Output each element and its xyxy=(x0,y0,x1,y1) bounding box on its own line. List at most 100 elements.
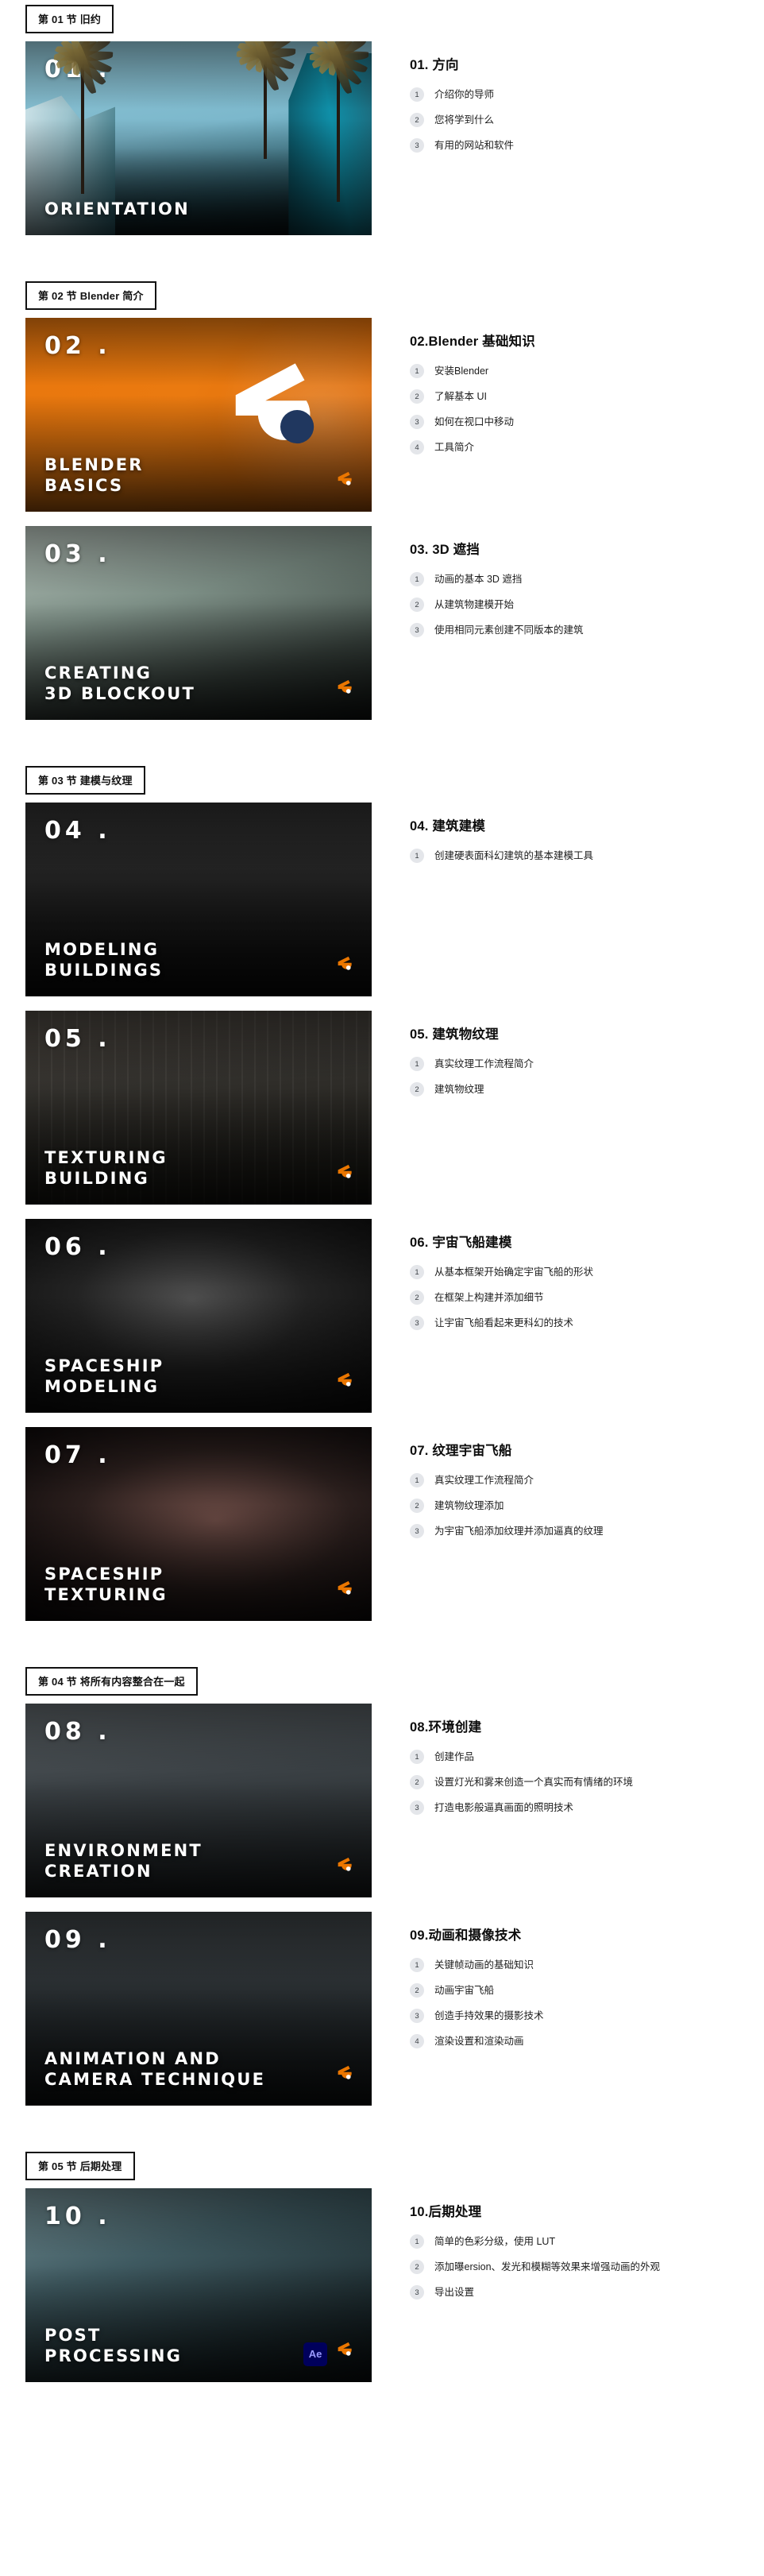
card-brand-marks xyxy=(334,1371,357,1398)
topic-number-badge: 3 xyxy=(410,1316,424,1330)
topic-number-badge: 3 xyxy=(410,138,424,153)
lesson-card-09[interactable]: 09 . ANIMATION AND CAMERA TECHNIQUE xyxy=(25,1912,372,2106)
lesson-card-03[interactable]: 03 . CREATING 3D BLOCKOUT xyxy=(25,526,372,720)
lesson-card-07[interactable]: 07 . SPACESHIP TEXTURING xyxy=(25,1427,372,1621)
topic-number-badge: 1 xyxy=(410,364,424,378)
lesson-card-05[interactable]: 05 . TEXTURING BUILDING xyxy=(25,1011,372,1205)
lesson-detail: 04. 建筑建模 1 创建硬表面科幻建筑的基本建模工具 xyxy=(372,803,748,874)
topic-number-badge: 3 xyxy=(410,1524,424,1538)
lesson-topic-item: 1 关键帧动画的基础知识 xyxy=(410,1958,748,1972)
topic-number-badge: 2 xyxy=(410,1983,424,1998)
lesson-detail: 10.后期处理 1 简单的色彩分级，使用 LUT 2 添加曝ersion、发光和模糊等… xyxy=(372,2188,748,2311)
section-chip-wrap: 第 03 节 建模与纹理 xyxy=(0,766,764,795)
lesson-row[interactable]: 07 . SPACESHIP TEXTURING 07. 纹理宇宙飞船 1 真实纹… xyxy=(0,1427,764,1621)
lesson-heading: 03. 3D 遮挡 xyxy=(410,543,480,557)
topic-text: 有用的网站和软件 xyxy=(434,139,515,151)
lesson-row[interactable]: 03 . CREATING 3D BLOCKOUT 03. 3D 遮挡 1 动画的… xyxy=(0,526,764,720)
lesson-topic-item: 3 让宇宙飞船看起来更科幻的技术 xyxy=(410,1316,748,1330)
lesson-topic-item: 2 建筑物纹理添加 xyxy=(410,1499,748,1513)
lesson-card-title: MODELING BUILDINGS xyxy=(44,939,164,980)
lesson-topic-item: 3 为宇宙飞船添加纹理并添加逼真的纹理 xyxy=(410,1524,748,1538)
topic-text: 安装Blender xyxy=(434,365,489,377)
lesson-topic-item: 3 打造电影般逼真画面的照明技术 xyxy=(410,1800,748,1815)
blender-logo-icon xyxy=(338,1857,352,1871)
lesson-row[interactable]: 09 . ANIMATION AND CAMERA TECHNIQUE 09.动… xyxy=(0,1912,764,2106)
lesson-card-number: 04 . xyxy=(44,817,111,845)
course-curriculum-page: 第 01 节 旧约 01 . ORIENTATION 01. 方向 1 介绍你的导… xyxy=(0,5,764,2455)
lesson-card-number: 09 . xyxy=(44,1926,111,1954)
lesson-topic-item: 2 建筑物纹理 xyxy=(410,1082,748,1097)
topic-number-badge: 1 xyxy=(410,1958,424,1972)
lesson-row[interactable]: 04 . MODELING BUILDINGS 04. 建筑建模 1 创建硬表面科… xyxy=(0,803,764,996)
topic-text: 从基本框架开始确定宇宙飞船的形状 xyxy=(434,1266,594,1278)
lesson-row[interactable]: 06 . SPACESHIP MODELING 06. 宇宙飞船建模 1 从基本框… xyxy=(0,1219,764,1413)
lesson-topic-item: 3 导出设置 xyxy=(410,2285,748,2299)
lesson-heading: 10.后期处理 xyxy=(410,2205,482,2219)
section-chip-5: 第 05 节 后期处理 xyxy=(25,2152,135,2180)
lesson-heading: 06. 宇宙飞船建模 xyxy=(410,1236,512,1250)
lesson-list: 02 . BLENDER BASICS 02.Blender 基础知识 1 安装B… xyxy=(0,318,764,720)
lesson-row[interactable]: 01 . ORIENTATION 01. 方向 1 介绍你的导师 2 您将学到什么 3有… xyxy=(0,41,764,235)
lesson-card-01[interactable]: 01 . ORIENTATION xyxy=(25,41,372,235)
section-chip-2: 第 02 节 Blender 简介 xyxy=(25,281,156,310)
lesson-topic-item: 1 安装Blender xyxy=(410,364,748,378)
topic-number-badge: 1 xyxy=(410,87,424,102)
topic-number-badge: 3 xyxy=(410,415,424,429)
lesson-card-10[interactable]: 10 . POST PROCESSING Ae xyxy=(25,2188,372,2382)
lesson-card-number: 02 . xyxy=(44,332,111,360)
lesson-topic-list: 1 安装Blender 2 了解基本 UI 3 如何在视口中移动 4 工具简介 xyxy=(410,364,748,454)
lesson-topic-item: 3 有用的网站和软件 xyxy=(410,138,748,153)
lesson-topic-item: 3 如何在视口中移动 xyxy=(410,415,748,429)
topic-text: 渲染设置和渲染动画 xyxy=(434,2035,524,2047)
blender-logo-icon xyxy=(334,1579,357,1607)
lesson-row[interactable]: 08 . ENVIRONMENT CREATION 08.环境创建 1 创建作品 2… xyxy=(0,1704,764,1897)
topic-text: 真实纹理工作流程简介 xyxy=(434,1474,534,1486)
blender-logo-icon xyxy=(338,679,352,694)
lesson-detail: 05. 建筑物纹理 1 真实纹理工作流程简介 2 建筑物纹理 xyxy=(372,1011,748,1108)
lesson-card-number: 07 . xyxy=(44,1441,111,1469)
lesson-detail: 06. 宇宙飞船建模 1 从基本框架开始确定宇宙飞船的形状 2 在框架上构建并添加细节… xyxy=(372,1219,748,1341)
section-chip-3: 第 03 节 建模与纹理 xyxy=(25,766,145,795)
lesson-topic-list: 1 创建硬表面科幻建筑的基本建模工具 xyxy=(410,849,748,863)
topic-number-badge: 3 xyxy=(410,2285,424,2299)
topic-number-badge: 3 xyxy=(410,623,424,637)
lesson-card-04[interactable]: 04 . MODELING BUILDINGS xyxy=(25,803,372,996)
lesson-row[interactable]: 05 . TEXTURING BUILDING 05. 建筑物纹理 1 真实纹理工… xyxy=(0,1011,764,1205)
lesson-card-number: 06 . xyxy=(44,1233,111,1261)
topic-text: 真实纹理工作流程简介 xyxy=(434,1058,534,1069)
lesson-list: 04 . MODELING BUILDINGS 04. 建筑建模 1 创建硬表面科… xyxy=(0,803,764,1621)
lesson-row[interactable]: 02 . BLENDER BASICS 02.Blender 基础知识 1 安装B… xyxy=(0,318,764,512)
blender-logo-icon xyxy=(334,2340,357,2368)
lesson-topic-list: 1 关键帧动画的基础知识 2 动画宇宙飞船 3 创造手持效果的摄影技术 4 渲染设置和渲染动画 xyxy=(410,1958,748,2048)
lesson-card-08[interactable]: 08 . ENVIRONMENT CREATION xyxy=(25,1704,372,1897)
topic-text: 关键帧动画的基础知识 xyxy=(434,1959,534,1971)
lesson-card-02[interactable]: 02 . BLENDER BASICS xyxy=(25,318,372,512)
card-brand-marks xyxy=(334,678,357,706)
lesson-card-number: 10 . xyxy=(44,2203,111,2230)
topic-number-badge: 3 xyxy=(410,1800,424,1815)
blender-logo-icon xyxy=(338,1372,352,1387)
lesson-detail: 07. 纹理宇宙飞船 1 真实纹理工作流程简介 2 建筑物纹理添加 3 为宇宙飞船添加纹理… xyxy=(372,1427,748,1549)
lesson-heading: 08.环境创建 xyxy=(410,1720,482,1735)
topic-number-badge: 1 xyxy=(410,1473,424,1487)
topic-number-badge: 1 xyxy=(410,849,424,863)
topic-text: 在框架上构建并添加细节 xyxy=(434,1291,544,1303)
lesson-card-title: ENVIRONMENT CREATION xyxy=(44,1840,203,1881)
lesson-row[interactable]: 10 . POST PROCESSING Ae 10.后期处理 1 简单的色彩分级… xyxy=(0,2188,764,2382)
lesson-card-number: 03 . xyxy=(44,540,111,568)
topic-number-badge: 4 xyxy=(410,440,424,454)
lesson-card-06[interactable]: 06 . SPACESHIP MODELING xyxy=(25,1219,372,1413)
lesson-list: 01 . ORIENTATION 01. 方向 1 介绍你的导师 2 您将学到什么 3有… xyxy=(0,41,764,235)
lesson-topic-item: 2 从建筑物建模开始 xyxy=(410,598,748,612)
lesson-topic-item: 1 简单的色彩分级，使用 LUT xyxy=(410,2234,748,2249)
lesson-card-title: SPACESHIP TEXTURING xyxy=(44,1564,168,1604)
card-brand-marks: Ae xyxy=(303,2340,357,2368)
topic-number-badge: 2 xyxy=(410,1290,424,1305)
topic-number-badge: 1 xyxy=(410,1057,424,1071)
lesson-heading: 07. 纹理宇宙飞船 xyxy=(410,1444,512,1458)
course-section: 第 05 节 后期处理 10 . POST PROCESSING Ae 10.后… xyxy=(0,2152,764,2382)
topic-text: 打造电影般逼真画面的照明技术 xyxy=(434,1801,574,1813)
topic-number-badge: 4 xyxy=(410,2034,424,2048)
lesson-heading: 02.Blender 基础知识 xyxy=(410,335,535,349)
